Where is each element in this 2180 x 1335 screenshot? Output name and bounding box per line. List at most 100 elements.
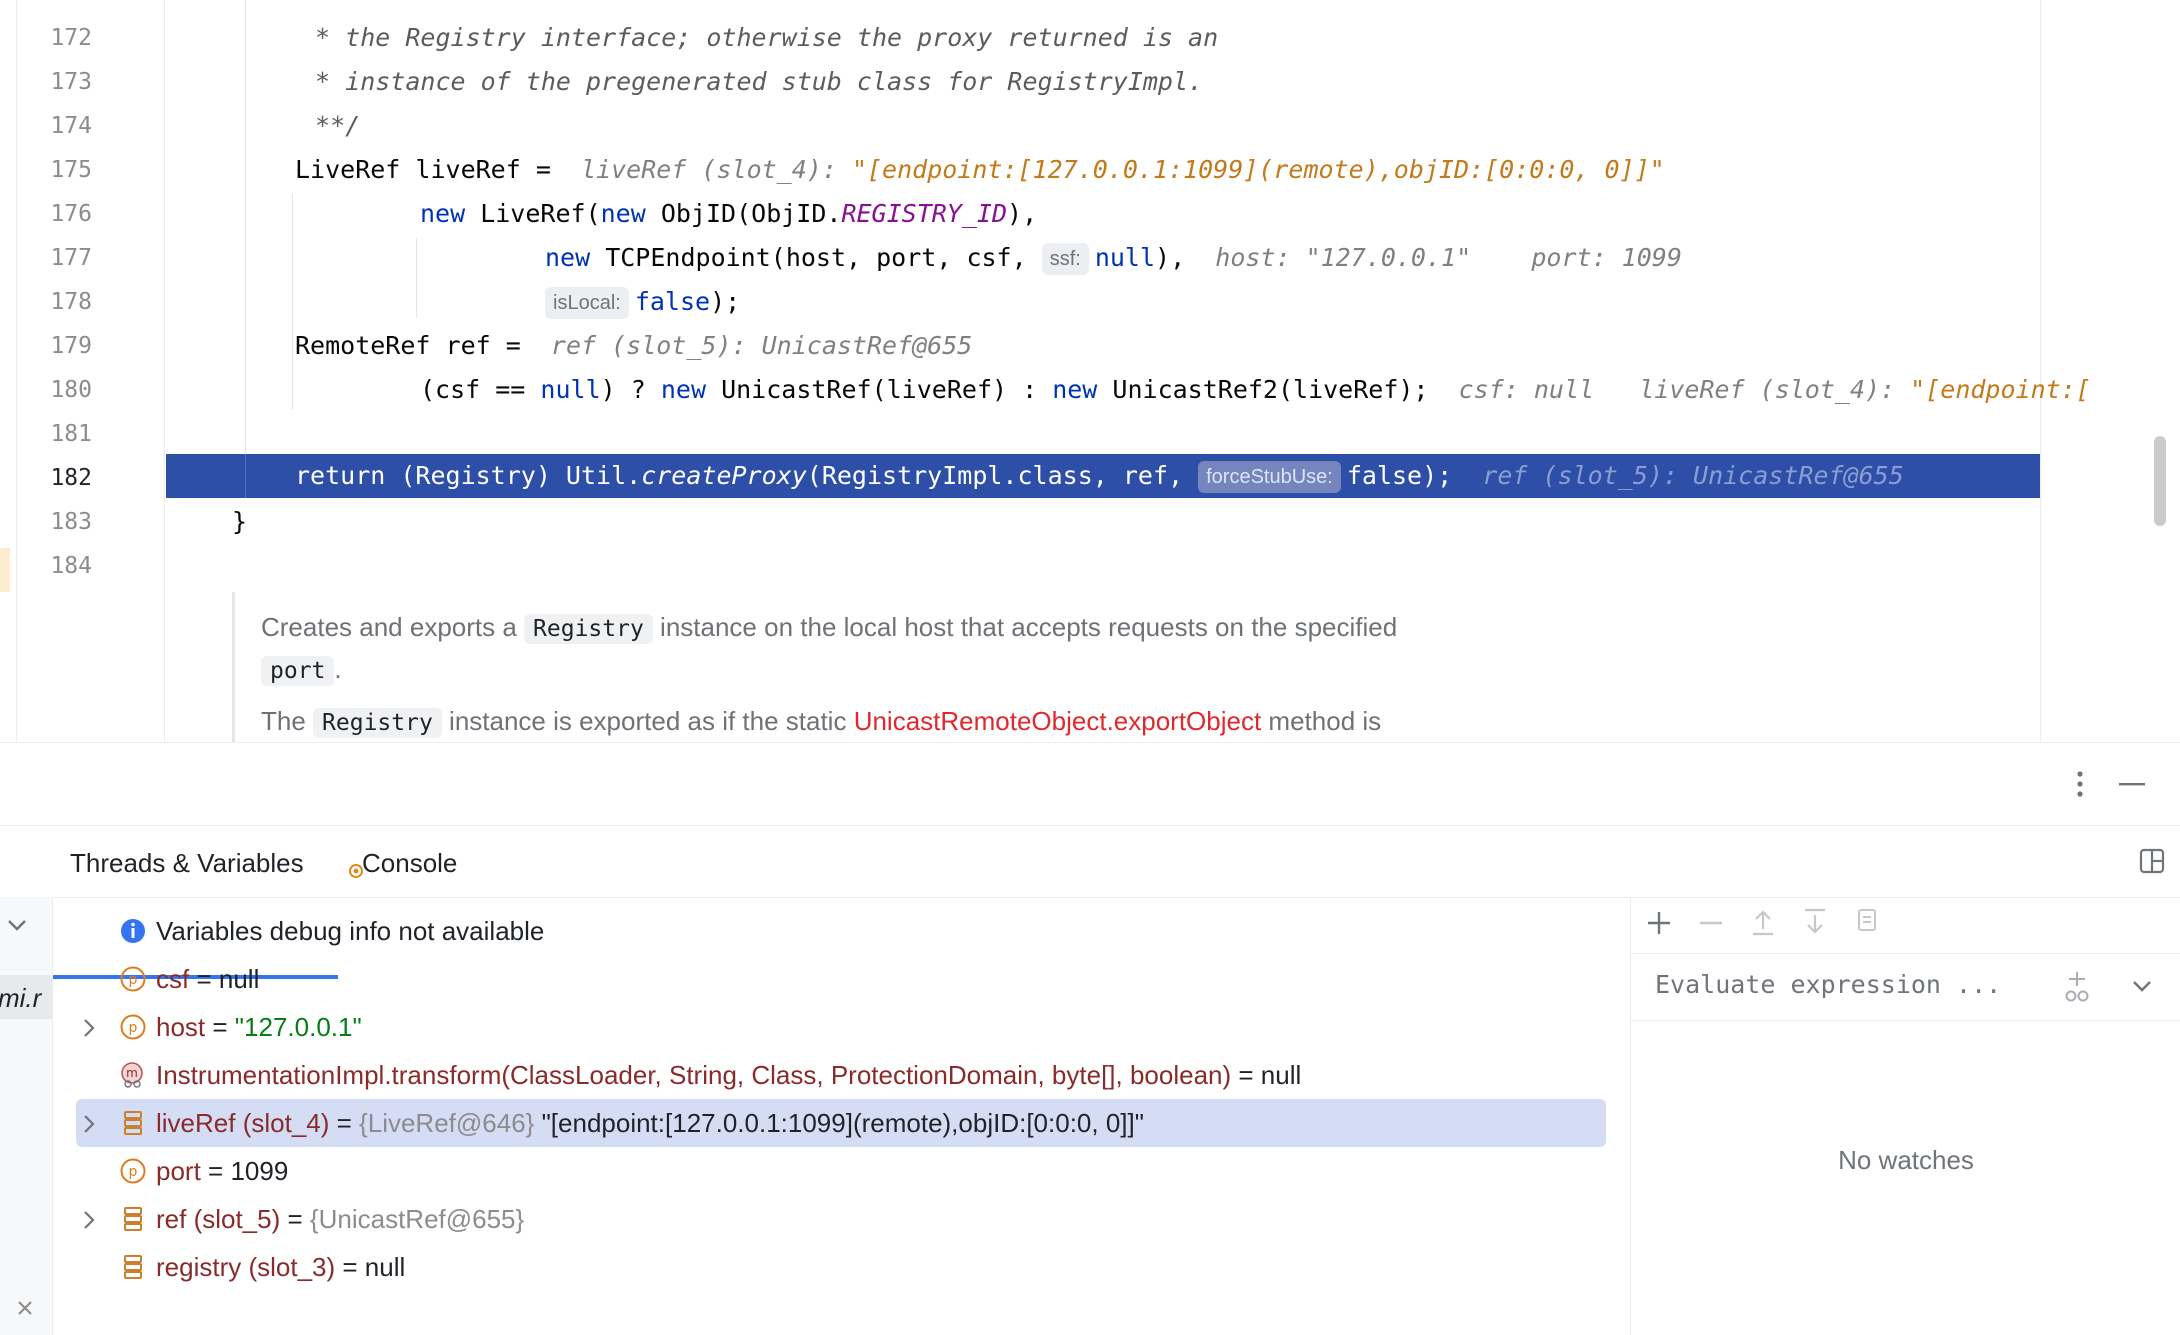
debug-tool-window: Threads & Variables Console mi.r Variabl bbox=[0, 742, 2180, 1335]
inline-hint-value: "[endpoint:[127.0.0.1:1099](remote),objI… bbox=[851, 155, 1665, 184]
evaluate-expression-placeholder: Evaluate expression ... bbox=[1655, 970, 2002, 999]
code-line-172[interactable]: * the Registry interface; otherwise the … bbox=[300, 16, 1218, 60]
watches-panel: Evaluate expression ... No watches bbox=[1630, 897, 2180, 1335]
inline-hint: host: "127.0.0.1" bbox=[1215, 243, 1472, 272]
inline-hint-value: "[endpoint:[ bbox=[1910, 375, 2091, 404]
line-number[interactable]: 183 bbox=[30, 500, 92, 544]
line-number[interactable]: 175 bbox=[30, 148, 92, 192]
line-number[interactable]: 184 bbox=[30, 544, 92, 588]
variable-row[interactable]: ref (slot_5) = {UnicastRef@655} bbox=[76, 1195, 1606, 1243]
inline-hint: liveRef (slot_4): bbox=[1639, 375, 1911, 404]
indent-guide bbox=[292, 194, 293, 410]
frames-panel-collapsed[interactable]: mi.r bbox=[0, 897, 53, 1335]
line-number[interactable]: 177 bbox=[30, 236, 92, 280]
code-line-175[interactable]: LiveRef liveRef = liveRef (slot_4): "[en… bbox=[295, 148, 1665, 192]
line-number-current[interactable]: 182 bbox=[30, 456, 92, 500]
parameter-icon: p bbox=[120, 966, 146, 992]
parameter-hint: ssf: bbox=[1041, 243, 1089, 275]
parameter-hint: isLocal: bbox=[545, 287, 629, 319]
line-number[interactable]: 173 bbox=[30, 60, 92, 104]
tab-console[interactable]: Console bbox=[362, 825, 457, 897]
move-down-icon[interactable] bbox=[1801, 907, 1829, 937]
remove-watch-icon[interactable] bbox=[1697, 909, 1725, 937]
method-return-icon: m bbox=[121, 1062, 143, 1088]
layout-settings-icon[interactable] bbox=[2138, 847, 2166, 875]
chevron-right-icon[interactable] bbox=[82, 1018, 96, 1038]
doc-code-chip: port bbox=[261, 656, 335, 686]
add-to-watches-icon[interactable] bbox=[2061, 970, 2093, 1004]
code-line-176[interactable]: new LiveRef(new ObjID(ObjID.REGISTRY_ID)… bbox=[420, 192, 1037, 236]
tab-threads-variables[interactable]: Threads & Variables bbox=[70, 825, 304, 897]
parameter-icon: p bbox=[120, 1014, 146, 1040]
chevron-down-icon[interactable] bbox=[2131, 978, 2153, 994]
move-up-icon[interactable] bbox=[1749, 907, 1777, 937]
code-line-182[interactable]: return (Registry) Util.createProxy(Regis… bbox=[295, 454, 1904, 498]
chevron-down-icon[interactable] bbox=[6, 917, 28, 933]
local-variable-icon bbox=[124, 1111, 142, 1135]
chevron-right-icon[interactable] bbox=[82, 1210, 96, 1230]
variable-row[interactable]: p port = 1099 bbox=[76, 1147, 1606, 1195]
code-line-180[interactable]: (csf == null) ? new UnicastRef(liveRef) … bbox=[420, 368, 2091, 412]
code-line-173[interactable]: * instance of the pregenerated stub clas… bbox=[300, 60, 1203, 104]
inline-hint: port: 1099 bbox=[1531, 243, 1682, 272]
debug-toolbar bbox=[0, 743, 2180, 826]
line-number[interactable]: 174 bbox=[30, 104, 92, 148]
variables-info-row: Variables debug info not available bbox=[76, 907, 1606, 955]
local-variable-icon bbox=[124, 1255, 142, 1279]
line-number[interactable]: 180 bbox=[30, 368, 92, 412]
variable-row[interactable]: m InstrumentationImpl.transform(ClassLoa… bbox=[76, 1051, 1606, 1099]
inline-hint: ref (slot_5): UnicastRef@655 bbox=[550, 331, 973, 360]
doc-paragraph: The Registry instance is exported as if … bbox=[261, 706, 1382, 738]
doc-paragraph: Creates and exports a Registry instance … bbox=[261, 612, 1398, 644]
variable-row[interactable]: p host = "127.0.0.1" bbox=[76, 1003, 1606, 1051]
rendered-javadoc: Creates and exports a Registry instance … bbox=[232, 592, 2035, 742]
chevron-right-icon[interactable] bbox=[82, 1114, 96, 1134]
info-icon bbox=[121, 919, 145, 943]
parameter-icon: p bbox=[120, 1158, 146, 1184]
minimize-icon[interactable] bbox=[2118, 781, 2146, 787]
line-number[interactable]: 172 bbox=[30, 16, 92, 60]
code-line-174[interactable]: **/ bbox=[300, 104, 360, 148]
evaluate-expression-field[interactable]: Evaluate expression ... bbox=[1631, 953, 2180, 1021]
indent-guide bbox=[416, 238, 417, 318]
svg-text:p: p bbox=[129, 972, 138, 988]
indent-guide bbox=[245, 0, 246, 454]
code-line-177[interactable]: new TCPEndpoint(host, port, csf, ssf: nul… bbox=[545, 236, 1682, 280]
watches-toolbar bbox=[1631, 897, 2180, 949]
line-number[interactable]: 178 bbox=[30, 280, 92, 324]
debug-tabs: Threads & Variables Console bbox=[0, 825, 2180, 979]
inline-hint: csf: null bbox=[1458, 375, 1595, 404]
local-variable-icon bbox=[124, 1207, 142, 1231]
line-number[interactable]: 181 bbox=[30, 412, 92, 456]
more-options-icon[interactable] bbox=[2068, 769, 2092, 799]
no-watches-text: No watches bbox=[1838, 1145, 1974, 1175]
svg-text:p: p bbox=[129, 1164, 138, 1180]
inline-hint: ref (slot_5): UnicastRef@655 bbox=[1482, 461, 1904, 490]
code-line-179[interactable]: RemoteRef ref = ref (slot_5): UnicastRef… bbox=[295, 324, 972, 368]
variables-tree[interactable]: Variables debug info not available p csf… bbox=[52, 897, 1630, 1335]
frame-item[interactable]: mi.r bbox=[0, 975, 52, 1019]
parameter-hint: forceStubUse: bbox=[1198, 461, 1341, 493]
editor-scrollbar-thumb[interactable] bbox=[2154, 436, 2166, 526]
close-icon[interactable] bbox=[16, 1299, 34, 1317]
variable-row-selected[interactable]: liveRef (slot_4) = {LiveRef@646} "[endpo… bbox=[76, 1099, 1606, 1147]
variable-row[interactable]: registry (slot_3) = null bbox=[76, 1243, 1606, 1291]
change-marker bbox=[0, 548, 10, 592]
inline-hint: liveRef (slot_4): bbox=[581, 155, 852, 184]
doc-paragraph: port. bbox=[261, 654, 342, 686]
svg-text:p: p bbox=[129, 1020, 138, 1036]
frame-item-label: mi.r bbox=[0, 983, 42, 1013]
code-line-183[interactable]: } bbox=[232, 500, 247, 544]
code-editor[interactable]: 172 173 174 175 176 177 178 179 180 181 … bbox=[0, 0, 2180, 742]
variable-row[interactable]: p csf = null bbox=[76, 955, 1606, 1003]
doc-link[interactable]: UnicastRemoteObject.exportObject bbox=[854, 706, 1262, 736]
indent-guide bbox=[245, 454, 246, 498]
copy-icon[interactable] bbox=[1853, 907, 1881, 937]
line-number[interactable]: 176 bbox=[30, 192, 92, 236]
code-line-178[interactable]: isLocal: false); bbox=[545, 280, 740, 324]
doc-code-chip: Registry bbox=[524, 614, 653, 644]
svg-text:m: m bbox=[126, 1066, 138, 1080]
line-number[interactable]: 179 bbox=[30, 324, 92, 368]
add-watch-icon[interactable] bbox=[1645, 909, 1673, 937]
execution-point-line[interactable]: return (Registry) Util.createProxy(Regis… bbox=[166, 454, 2040, 498]
